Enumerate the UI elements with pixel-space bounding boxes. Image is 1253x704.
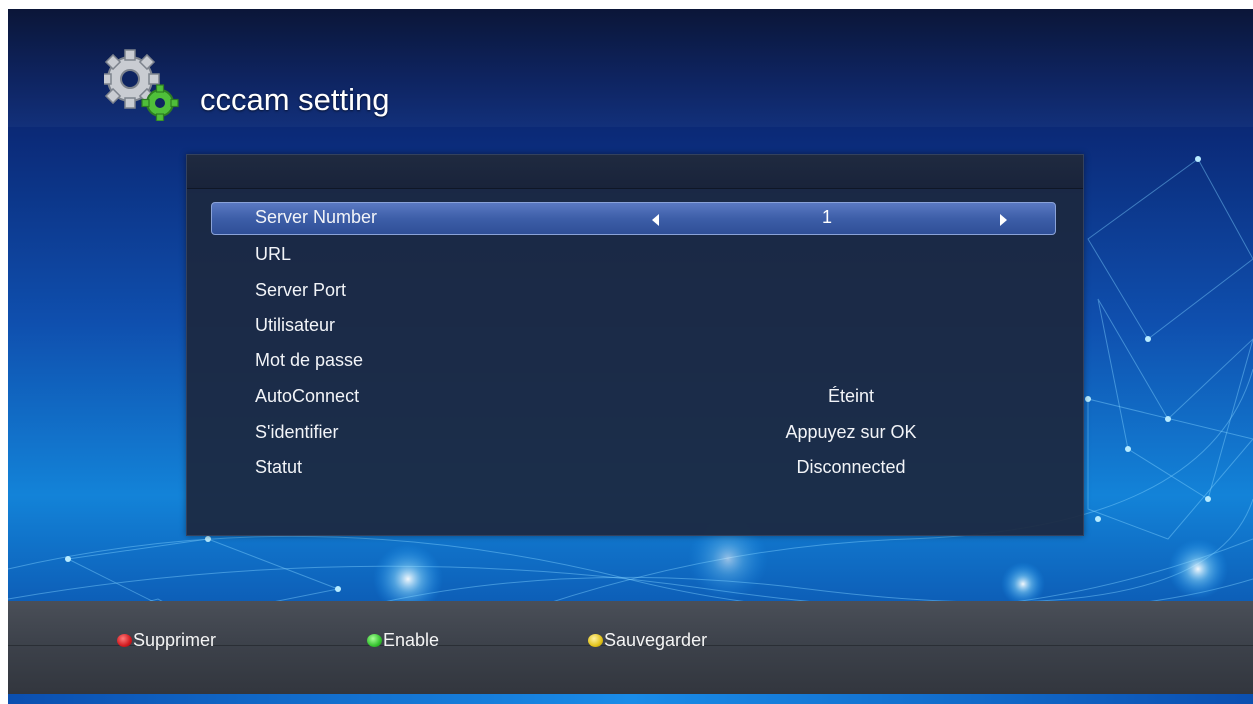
menu-row-server-number[interactable]: Server Number 1: [211, 202, 1056, 235]
panel-header-bar: [187, 155, 1083, 189]
red-button-icon: [117, 634, 132, 647]
tv-screen: cccam setting Server Number 1 URL Server…: [8, 9, 1253, 704]
bottom-strip: [8, 694, 1253, 704]
autoconnect-value: Éteint: [827, 386, 875, 406]
header-band: [8, 9, 1253, 127]
server-number-value: 1: [821, 207, 832, 227]
menu-row-label: URL: [255, 244, 292, 264]
arrow-right-icon[interactable]: [1000, 214, 1007, 226]
menu-row-mot-de-passe[interactable]: Mot de passe: [211, 345, 1056, 378]
menu-row-label: Utilisateur: [255, 315, 336, 335]
menu-row-url[interactable]: URL: [211, 239, 1056, 272]
settings-panel: Server Number 1 URL Server Port Utilisat…: [186, 154, 1084, 536]
menu-row-utilisateur[interactable]: Utilisateur: [211, 310, 1056, 343]
menu-row-label: Server Number: [255, 207, 378, 227]
menu-row-statut: Statut Disconnected: [211, 452, 1056, 485]
arrow-left-icon[interactable]: [652, 214, 659, 226]
menu-row-label: Mot de passe: [255, 350, 364, 370]
menu-row-label: Statut: [255, 457, 303, 477]
green-button-icon: [367, 634, 382, 647]
menu-row-autoconnect[interactable]: AutoConnect Éteint: [211, 381, 1056, 414]
menu-row-identifier[interactable]: S'identifier Appuyez sur OK: [211, 417, 1056, 450]
yellow-key-label: Sauvegarder: [604, 630, 708, 650]
gear-icon: [104, 49, 179, 121]
menu-row-label: AutoConnect: [255, 386, 360, 406]
yellow-button-icon: [588, 634, 603, 647]
page-title: cccam setting: [200, 82, 390, 117]
menu-row-label: S'identifier: [255, 422, 339, 442]
menu-row-label: Server Port: [255, 280, 347, 300]
menu-row-server-port[interactable]: Server Port: [211, 275, 1056, 308]
red-key-label: Supprimer: [133, 630, 217, 650]
status-value: Disconnected: [796, 457, 906, 477]
identifier-value: Appuyez sur OK: [785, 422, 917, 442]
green-key-label: Enable: [383, 630, 440, 650]
